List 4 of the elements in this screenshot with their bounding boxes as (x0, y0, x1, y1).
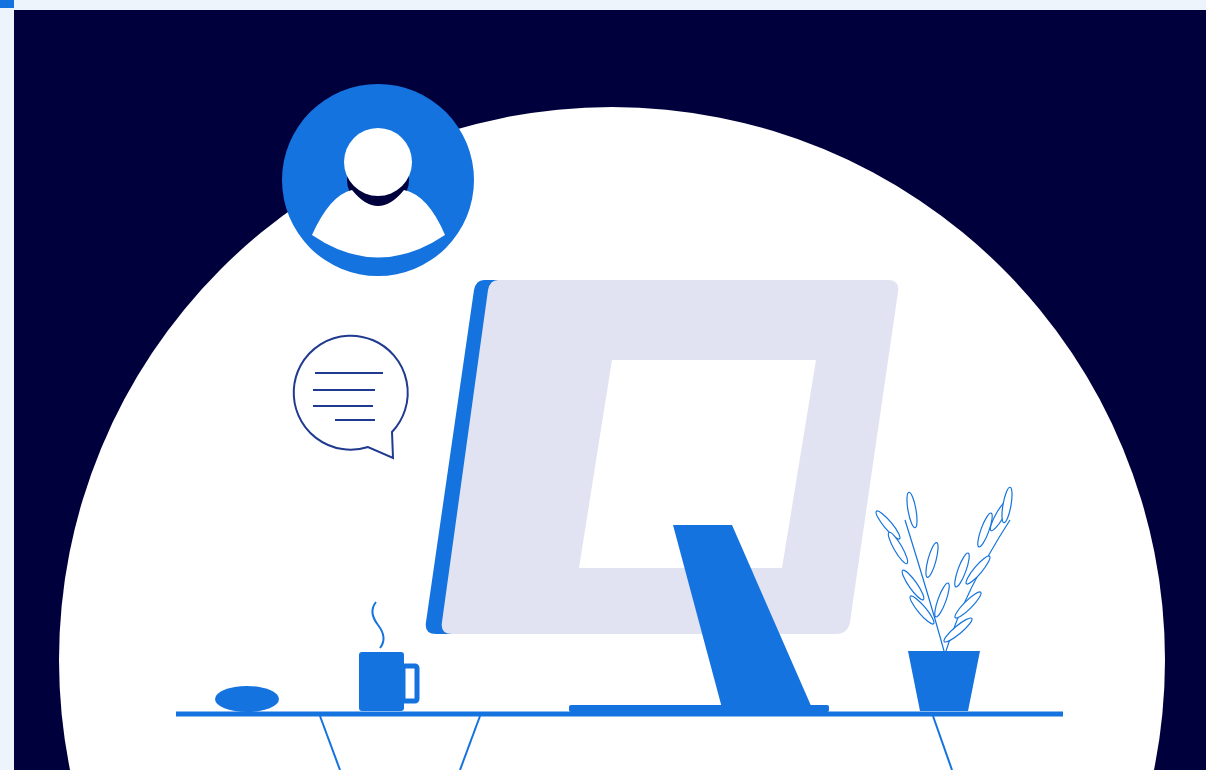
speech-bubble-icon (292, 334, 409, 459)
corner-mark (0, 0, 14, 8)
mouse-icon (215, 686, 279, 712)
mug-icon (359, 601, 420, 711)
